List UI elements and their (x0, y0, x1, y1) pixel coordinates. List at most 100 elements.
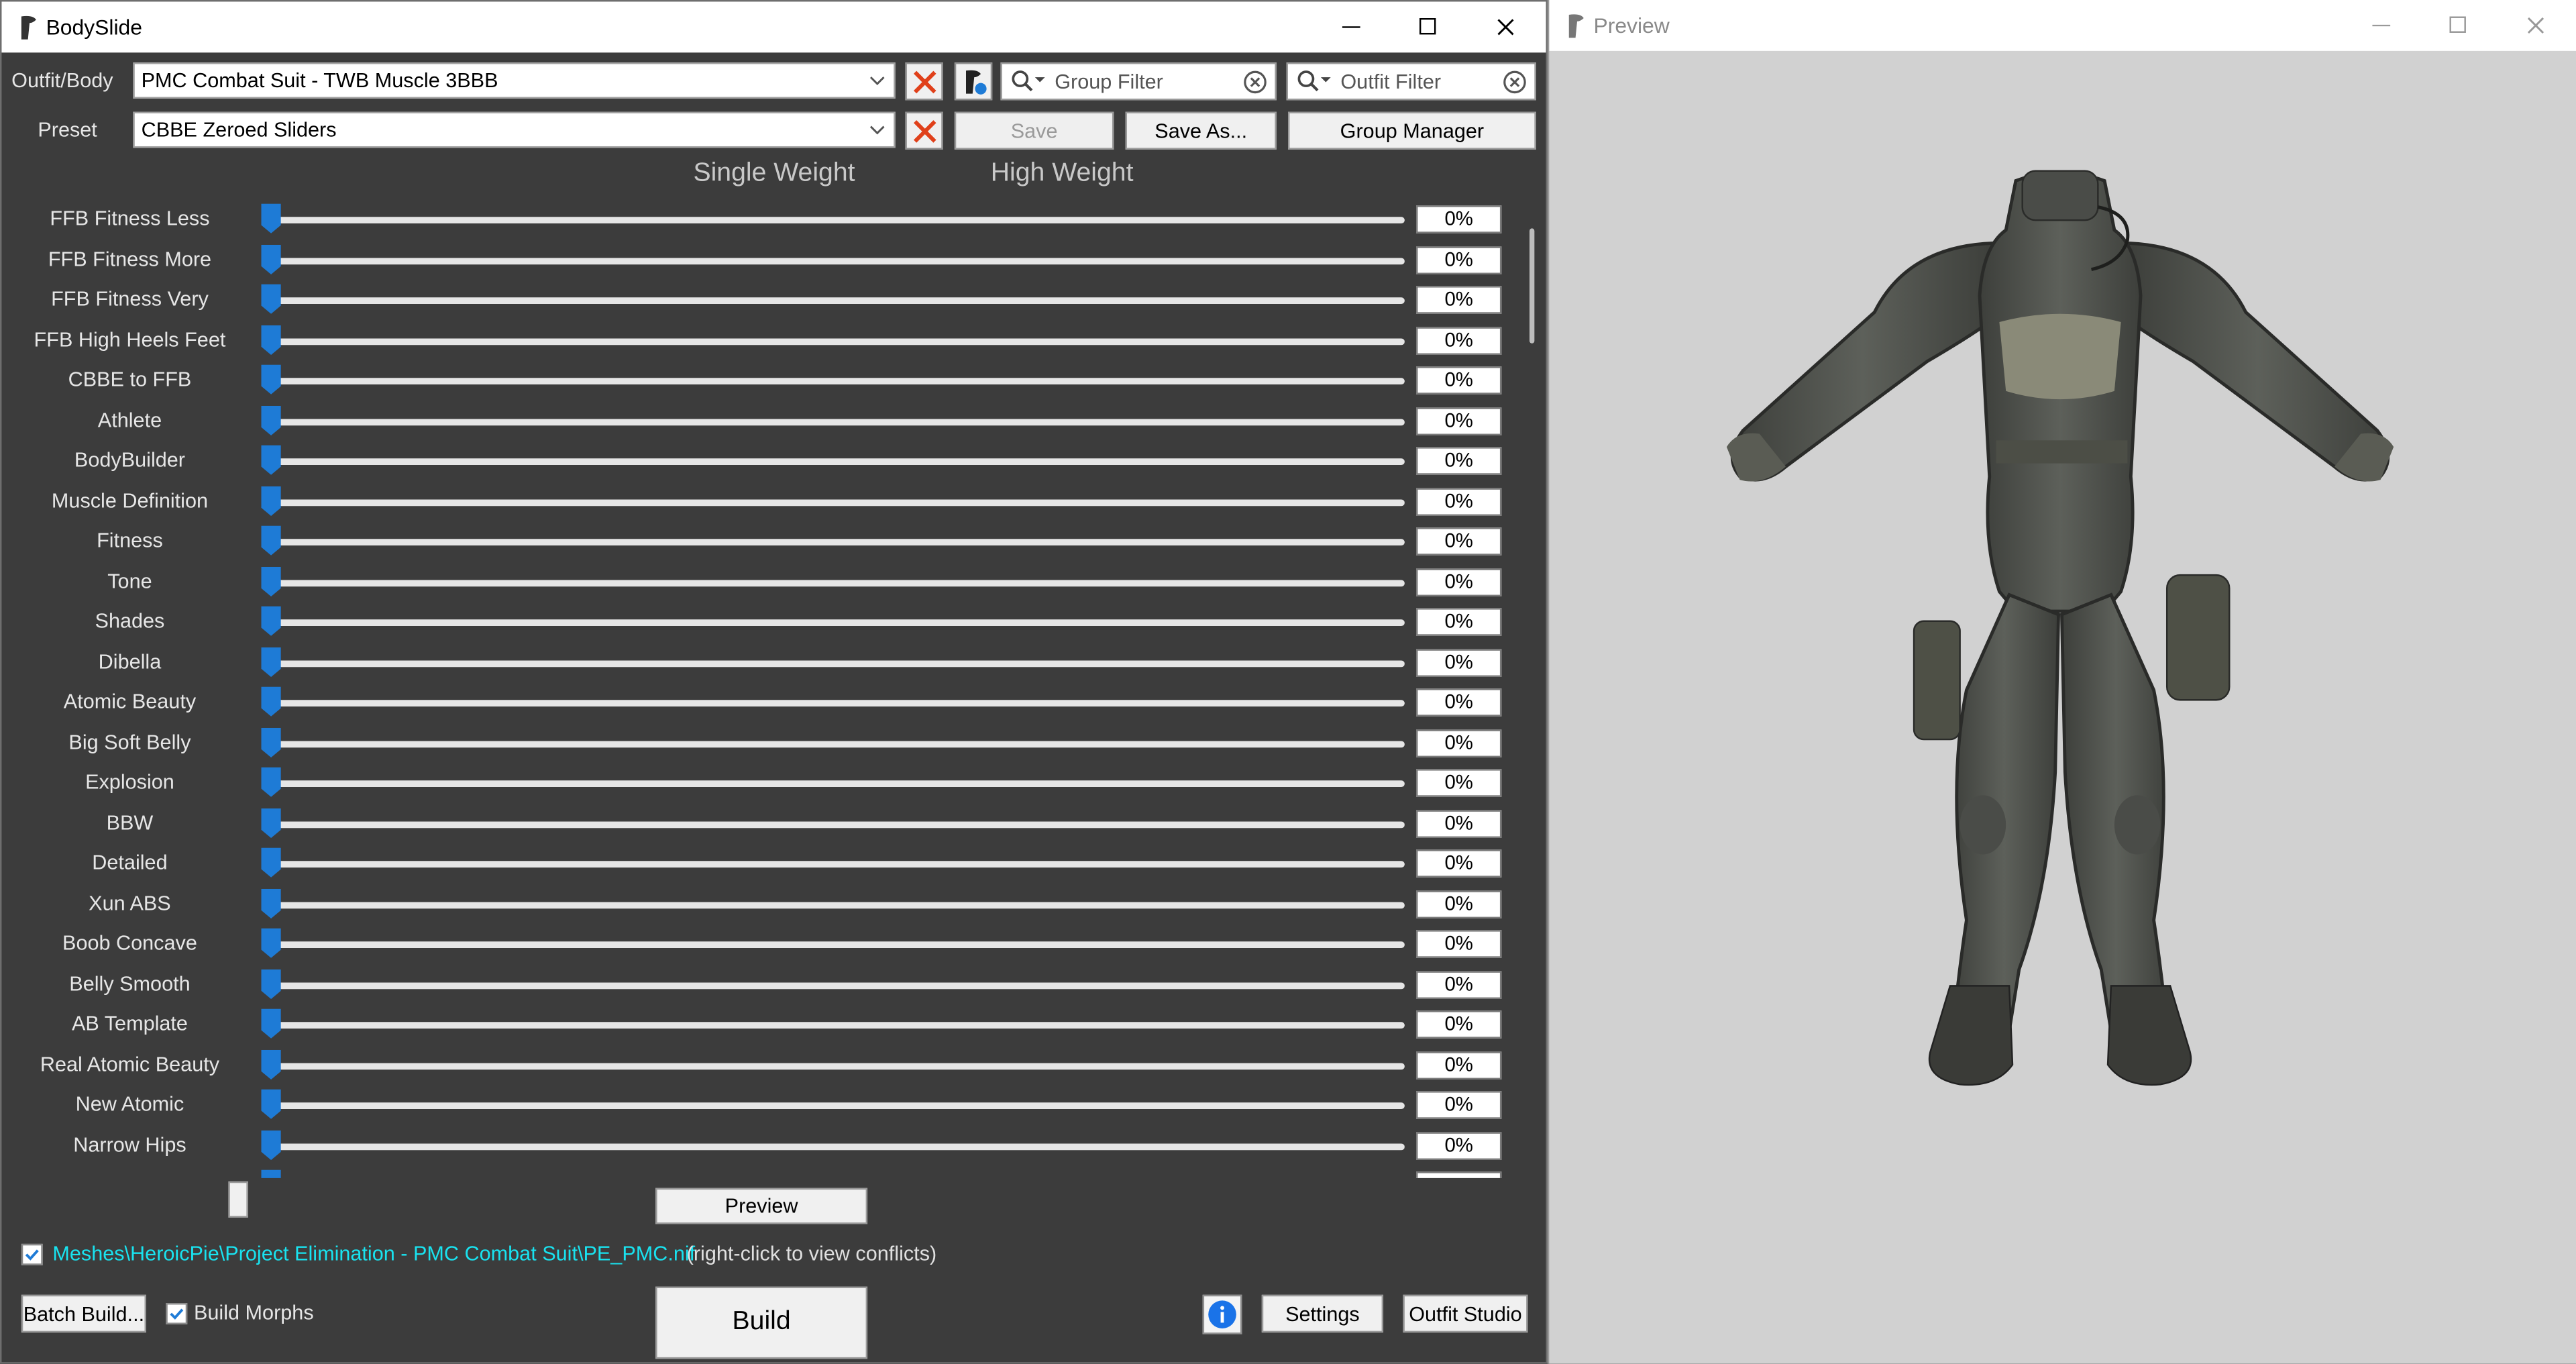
slider-value-input[interactable] (1416, 1171, 1502, 1178)
slider-thumb[interactable] (261, 727, 281, 757)
slider-value-input[interactable]: 0% (1416, 487, 1502, 515)
preview-maximize-button[interactable] (2420, 0, 2496, 51)
slider-thumb[interactable] (261, 525, 281, 556)
clear-preset-button[interactable] (905, 111, 943, 150)
file-checkbox[interactable] (21, 1243, 43, 1265)
slider-thumb[interactable] (261, 888, 281, 918)
slider-value-input[interactable]: 0% (1416, 648, 1502, 676)
clear-search-icon[interactable] (1244, 70, 1267, 94)
build-morphs-checkbox[interactable] (166, 1303, 188, 1324)
slider-thumb[interactable] (261, 1089, 281, 1119)
slider-track[interactable] (271, 579, 1405, 586)
file-path-link[interactable]: Meshes\HeroicPie\Project Elimination - P… (52, 1242, 695, 1265)
slider-track[interactable] (271, 1022, 1405, 1029)
slider-track[interactable] (271, 418, 1405, 425)
slider-track[interactable] (271, 982, 1405, 989)
outfit-body-dropdown[interactable]: PMC Combat Suit - TWB Muscle 3BBB (133, 62, 896, 99)
slider-thumb[interactable] (261, 807, 281, 837)
slider-thumb[interactable] (261, 646, 281, 676)
slider-value-input[interactable]: 0% (1416, 809, 1502, 837)
slider-value-input[interactable]: 0% (1416, 205, 1502, 233)
group-manager-button[interactable]: Group Manager (1288, 111, 1536, 150)
slider-thumb[interactable] (261, 928, 281, 958)
slider-track[interactable] (271, 619, 1405, 627)
slider-track[interactable] (271, 217, 1405, 224)
slider-value-input[interactable]: 0% (1416, 890, 1502, 918)
hscroll-handle[interactable] (228, 1181, 248, 1218)
slider-thumb[interactable] (261, 445, 281, 475)
slider-thumb[interactable] (261, 485, 281, 515)
slider-value-input[interactable]: 0% (1416, 1091, 1502, 1119)
slider-track[interactable] (271, 1102, 1405, 1110)
slider-thumb[interactable] (261, 405, 281, 435)
slider-track[interactable] (271, 861, 1405, 868)
slider-thumb[interactable] (261, 847, 281, 878)
slider-value-input[interactable]: 0% (1416, 568, 1502, 596)
slider-value-input[interactable]: 0% (1416, 769, 1502, 797)
slider-thumb[interactable] (261, 1129, 281, 1159)
preset-dropdown[interactable]: CBBE Zeroed Sliders (133, 111, 896, 148)
slider-list-scrollbar[interactable] (1517, 199, 1546, 1178)
slider-value-input[interactable]: 0% (1416, 407, 1502, 435)
slider-thumb[interactable] (261, 244, 281, 274)
slider-thumb[interactable] (261, 284, 281, 314)
slider-track[interactable] (271, 740, 1405, 747)
slider-thumb[interactable] (261, 1008, 281, 1039)
slider-value-input[interactable]: 0% (1416, 729, 1502, 757)
slider-track[interactable] (271, 780, 1405, 788)
slider-thumb[interactable] (261, 324, 281, 354)
slider-track[interactable] (271, 901, 1405, 908)
combat-suit-model[interactable] (1549, 51, 2576, 1364)
info-button[interactable] (1202, 1294, 1242, 1334)
slider-thumb[interactable] (261, 566, 281, 596)
settings-button[interactable]: Settings (1261, 1294, 1384, 1333)
save-as-button[interactable]: Save As... (1125, 111, 1277, 150)
slider-thumb[interactable] (261, 686, 281, 717)
scrollbar-thumb[interactable] (1529, 228, 1535, 344)
slider-thumb[interactable] (261, 1169, 281, 1178)
slider-value-input[interactable]: 0% (1416, 326, 1502, 354)
group-filter-input[interactable]: Group Filter (1000, 62, 1277, 101)
batch-build-button[interactable]: Batch Build... (21, 1294, 146, 1333)
minimize-button[interactable] (1313, 1, 1389, 52)
slider-track[interactable] (271, 821, 1405, 828)
slider-thumb[interactable] (261, 1049, 281, 1079)
slider-value-input[interactable]: 0% (1416, 286, 1502, 314)
close-button[interactable] (1467, 1, 1543, 52)
slider-value-input[interactable]: 0% (1416, 1131, 1502, 1159)
slider-value-input[interactable]: 0% (1416, 447, 1502, 475)
preview-button[interactable]: Preview (655, 1188, 868, 1224)
slider-track[interactable] (271, 1143, 1405, 1150)
maximize-button[interactable] (1390, 1, 1466, 52)
slider-track[interactable] (271, 378, 1405, 385)
add-to-group-button[interactable] (954, 62, 993, 101)
clear-outfit-button[interactable] (905, 62, 943, 101)
slider-track[interactable] (271, 297, 1405, 305)
slider-track[interactable] (271, 1062, 1405, 1069)
slider-thumb[interactable] (261, 364, 281, 395)
slider-value-input[interactable]: 0% (1416, 970, 1502, 998)
slider-track[interactable] (271, 337, 1405, 345)
outfit-filter-input[interactable]: Outfit Filter (1286, 62, 1536, 101)
slider-track[interactable] (271, 660, 1405, 667)
slider-thumb[interactable] (261, 606, 281, 636)
preview-viewport[interactable] (1549, 50, 2576, 1364)
slider-thumb[interactable] (261, 203, 281, 233)
slider-thumb[interactable] (261, 767, 281, 797)
slider-value-input[interactable]: 0% (1416, 849, 1502, 878)
slider-track[interactable] (271, 941, 1405, 949)
slider-value-input[interactable]: 0% (1416, 246, 1502, 274)
slider-value-input[interactable]: 0% (1416, 527, 1502, 556)
build-button[interactable]: Build (655, 1286, 868, 1359)
slider-track[interactable] (271, 257, 1405, 264)
outfit-studio-button[interactable]: Outfit Studio (1403, 1294, 1528, 1333)
clear-search-icon[interactable] (1503, 70, 1526, 94)
preview-close-button[interactable] (2497, 0, 2573, 51)
slider-track[interactable] (271, 499, 1405, 506)
slider-value-input[interactable]: 0% (1416, 608, 1502, 636)
save-button[interactable]: Save (954, 111, 1114, 150)
slider-track[interactable] (271, 458, 1405, 466)
main-titlebar[interactable]: BodySlide (1, 1, 1546, 53)
slider-value-input[interactable]: 0% (1416, 1010, 1502, 1039)
preview-minimize-button[interactable] (2343, 0, 2418, 51)
